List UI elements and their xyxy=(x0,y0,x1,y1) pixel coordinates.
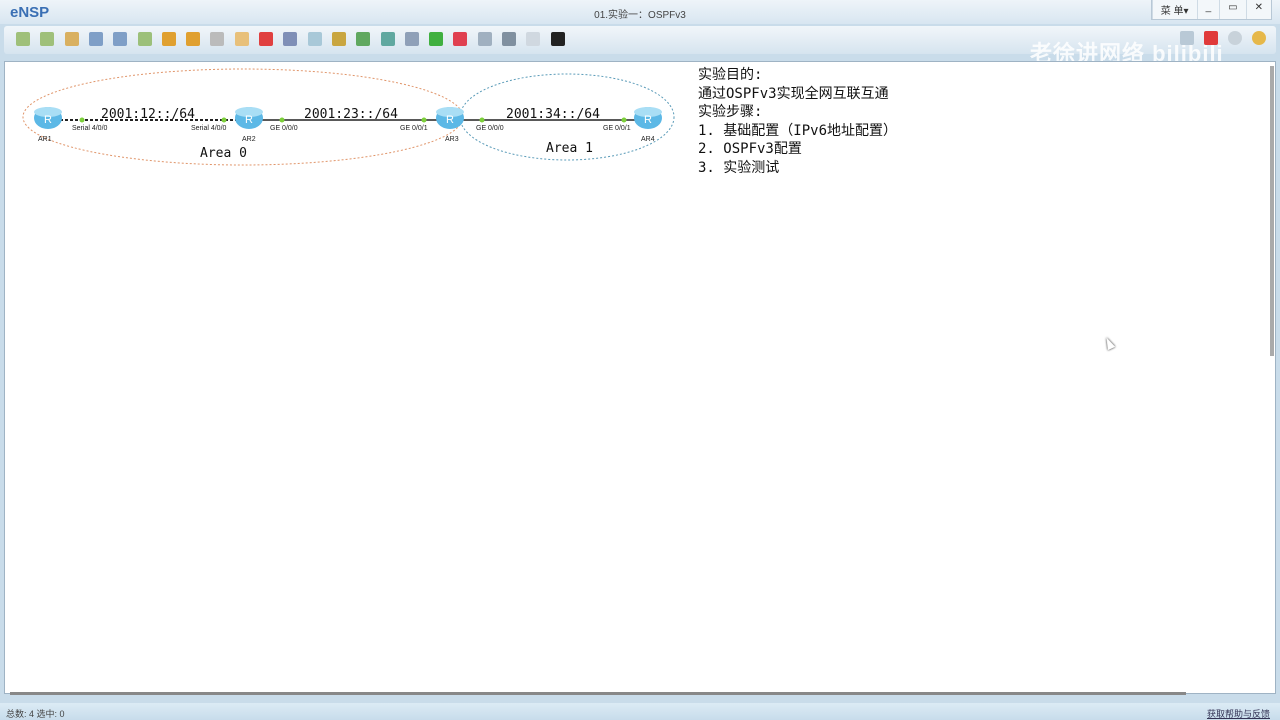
router-icon: R xyxy=(634,107,662,129)
port-label: Serial 4/0/0 xyxy=(72,125,108,132)
router-label[interactable]: AR3 xyxy=(445,136,459,143)
port-label: GE 0/0/0 xyxy=(270,125,298,132)
svg-text:R: R xyxy=(44,114,52,126)
notes-line: 2. OSPFv3配置 xyxy=(698,141,802,157)
port-label: Serial 4/0/0 xyxy=(191,125,227,132)
router-label[interactable]: AR4 xyxy=(641,136,655,143)
svg-text:R: R xyxy=(245,114,253,126)
help-feedback-link[interactable]: 获取帮助与反馈 xyxy=(1207,707,1270,720)
lab-notes: 实验目的: 通过OSPFv3实现全网互联互通 实验步骤: 1. 基础配置（IPv… xyxy=(698,66,897,177)
area-label: Area 1 xyxy=(546,141,593,156)
network-label: 2001:12::/64 xyxy=(101,107,195,122)
svg-text:R: R xyxy=(644,114,652,126)
router-label[interactable]: AR1 xyxy=(38,136,52,143)
selection-count: 总数: 4 选中: 0 xyxy=(6,709,65,719)
port-status-dot xyxy=(421,117,427,123)
port-label: GE 0/0/1 xyxy=(400,125,428,132)
network-label: 2001:34::/64 xyxy=(506,107,600,122)
port-status-dot xyxy=(79,117,85,123)
topology-diagram: R R R R AR1 AR2 AR3 AR4 Serial 4/0/0 Ser… xyxy=(22,68,675,166)
notes-line: 1. 基础配置（IPv6地址配置） xyxy=(698,122,898,139)
notes-line: 3. 实验测试 xyxy=(698,159,780,176)
network-label: 2001:23::/64 xyxy=(304,107,398,122)
port-label: GE 0/0/1 xyxy=(603,125,631,132)
svg-text:R: R xyxy=(446,114,454,126)
status-bar: 总数: 4 选中: 0 获取帮助与反馈 xyxy=(0,703,1280,720)
notes-line: 实验步骤: xyxy=(698,104,763,120)
notes-line: 实验目的: xyxy=(698,67,763,83)
notes-line: 通过OSPFv3实现全网互联互通 xyxy=(698,85,889,102)
area-label: Area 0 xyxy=(200,146,247,161)
port-status-dot xyxy=(221,117,227,123)
port-status-dot xyxy=(621,117,627,123)
router-icon: R xyxy=(235,107,263,129)
port-label: GE 0/0/0 xyxy=(476,125,504,132)
port-status-dot xyxy=(479,117,485,123)
port-status-dot xyxy=(279,117,285,123)
router-label[interactable]: AR2 xyxy=(242,136,256,143)
router-icon: R xyxy=(436,107,464,129)
router-icon: R xyxy=(34,107,62,129)
